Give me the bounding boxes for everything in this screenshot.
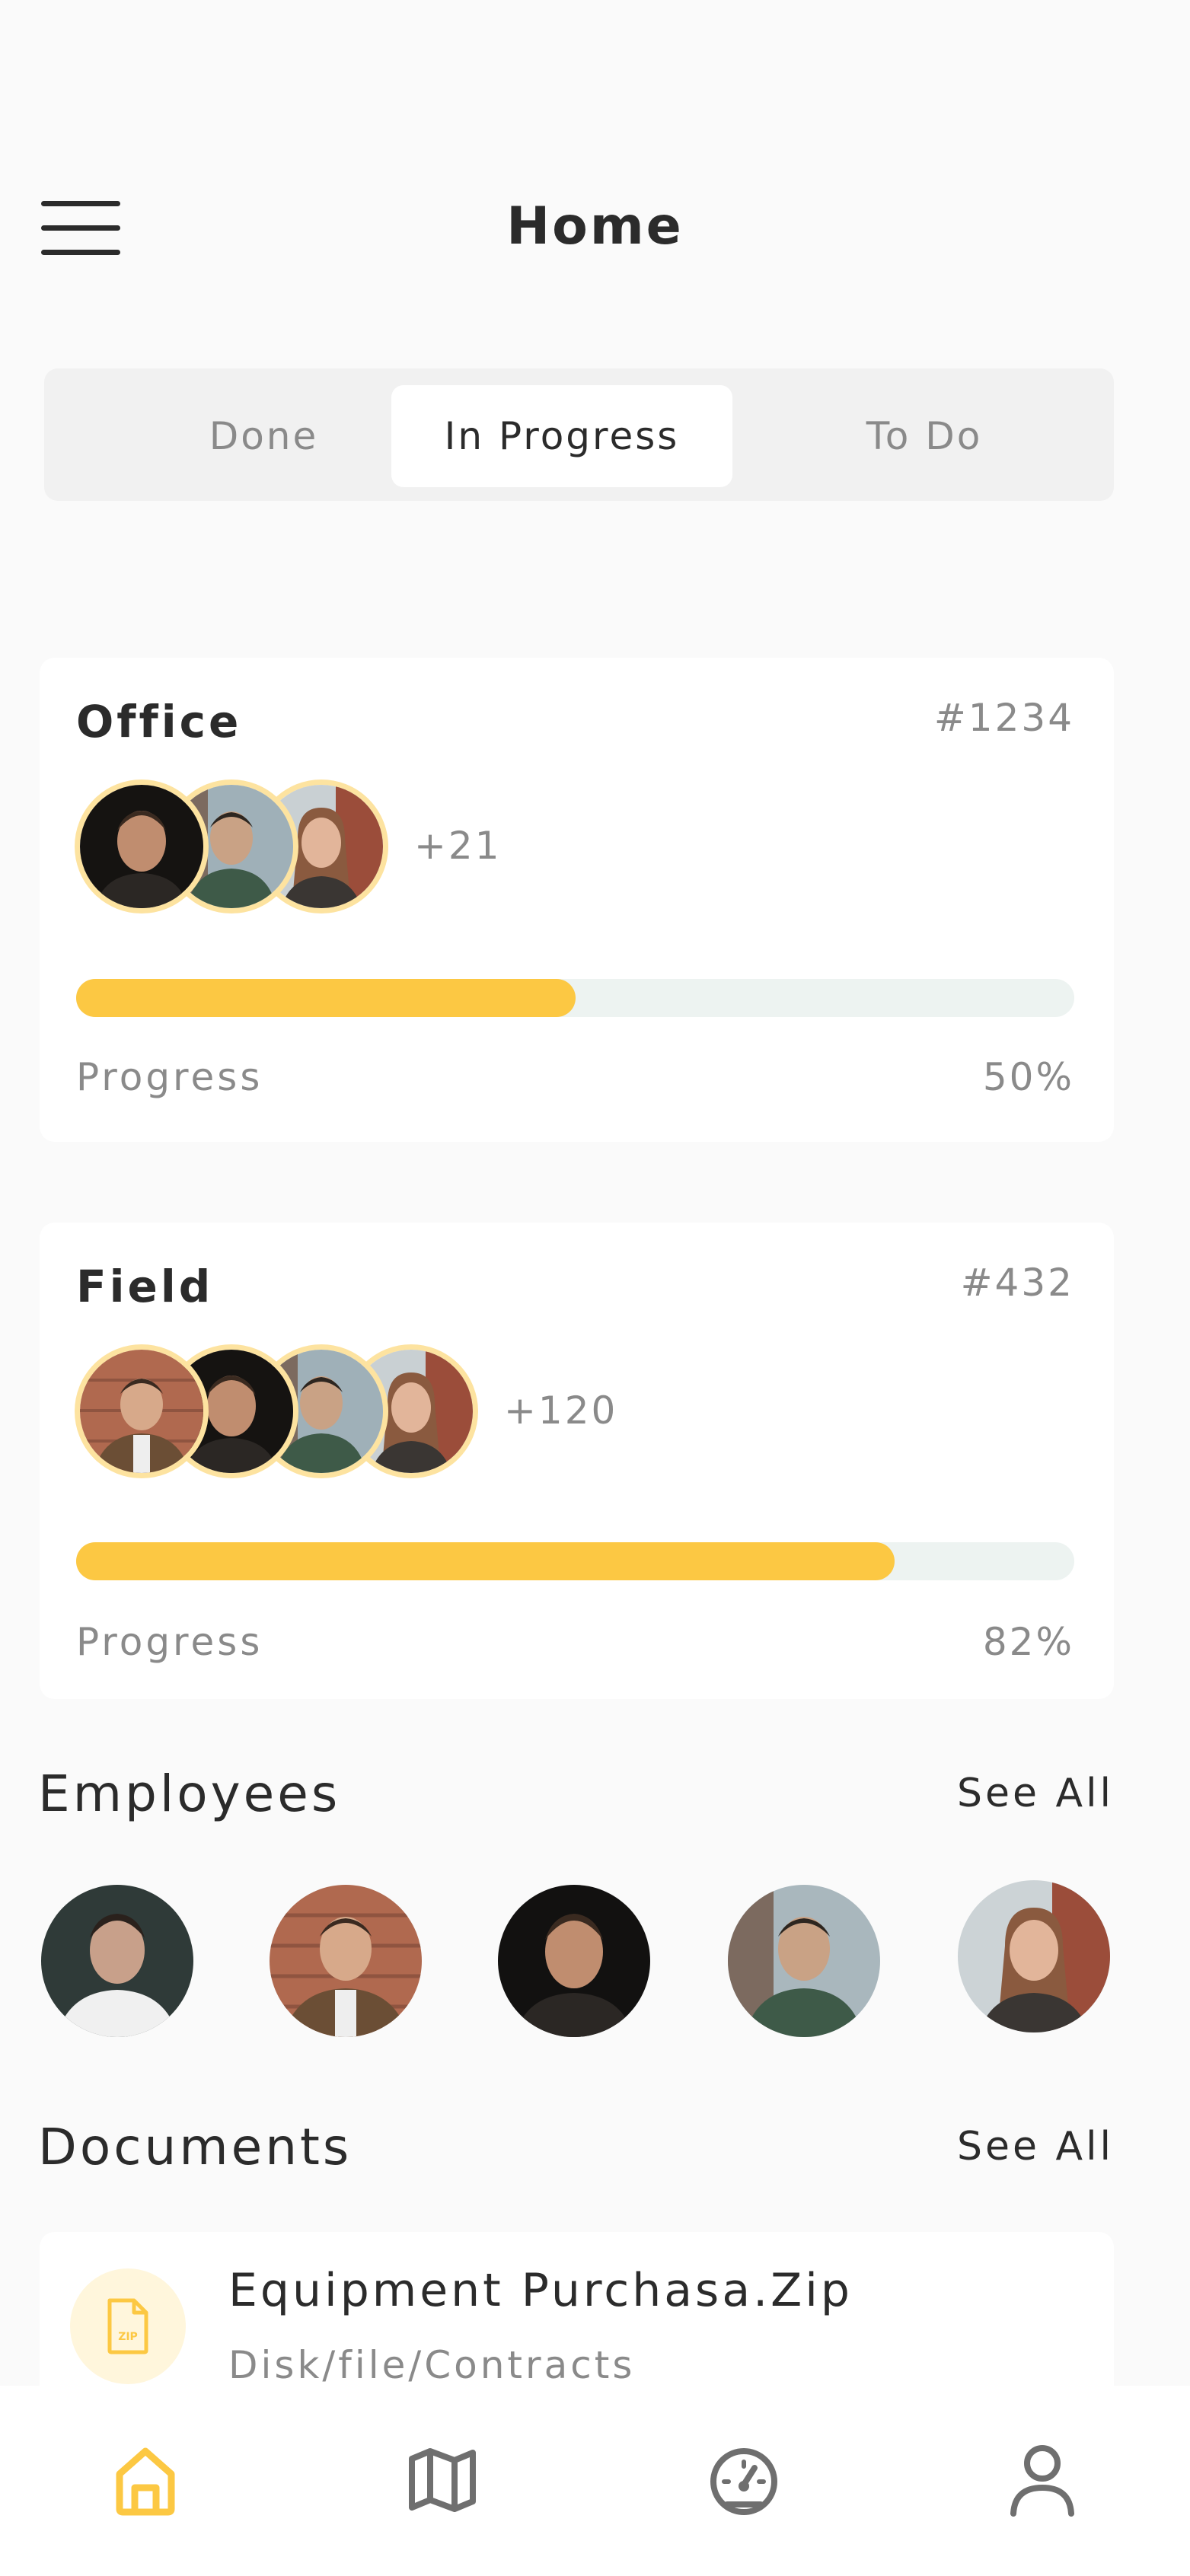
avatar — [75, 1344, 209, 1478]
employee-avatar[interactable] — [728, 1885, 880, 2037]
tab-in-progress[interactable]: In Progress — [391, 385, 732, 487]
employees-title: Employees — [38, 1765, 341, 1823]
progress-value: 50% — [982, 1055, 1074, 1099]
progress-bar — [76, 979, 1074, 1017]
documents-title: Documents — [38, 2118, 353, 2176]
file-type-badge: ZIP — [118, 2331, 138, 2343]
document-name: Equipment Purchasa.Zip — [228, 2264, 853, 2317]
tab-to-do[interactable]: To Do — [752, 385, 1096, 487]
zip-file-icon: ZIP — [107, 2298, 148, 2354]
page-title: Home — [506, 196, 684, 257]
home-icon[interactable] — [100, 2434, 191, 2526]
employee-avatar[interactable] — [41, 1885, 193, 2037]
project-card-office[interactable]: Office #1234 +21 Progress 50% — [40, 658, 1114, 1142]
progress-bar-fill — [76, 1542, 895, 1580]
bottom-navigation — [0, 2386, 1190, 2576]
progress-label: Progress — [76, 1055, 263, 1099]
progress-value: 82% — [982, 1620, 1074, 1664]
employee-avatar[interactable] — [498, 1885, 650, 2037]
project-id: #432 — [960, 1261, 1074, 1305]
document-path: Disk/file/Contracts — [228, 2343, 636, 2387]
project-id: #1234 — [933, 696, 1074, 740]
profile-icon[interactable] — [997, 2434, 1088, 2526]
extra-members-count: +21 — [414, 824, 502, 868]
home-screen: Home Done In Progress To Do Office #1234… — [0, 0, 1190, 2576]
extra-members-count: +120 — [504, 1388, 618, 1433]
document-icon-badge: ZIP — [70, 2268, 186, 2384]
progress-bar — [76, 1542, 1074, 1580]
dashboard-gauge-icon[interactable] — [698, 2434, 790, 2526]
progress-label: Progress — [76, 1620, 263, 1664]
project-title: Office — [76, 696, 242, 748]
status-tabs: Done In Progress To Do — [44, 368, 1114, 501]
tab-done[interactable]: Done — [87, 385, 441, 487]
project-title: Field — [76, 1261, 214, 1312]
documents-see-all-link[interactable]: See All — [957, 2124, 1114, 2170]
employee-avatar[interactable] — [270, 1885, 422, 2037]
map-icon[interactable] — [397, 2434, 488, 2526]
progress-bar-fill — [76, 979, 576, 1017]
employees-see-all-link[interactable]: See All — [957, 1771, 1114, 1816]
project-card-field[interactable]: Field #432 +120 Progress 82% — [40, 1223, 1114, 1699]
avatar — [75, 779, 209, 913]
employee-avatar[interactable] — [958, 1880, 1110, 2032]
